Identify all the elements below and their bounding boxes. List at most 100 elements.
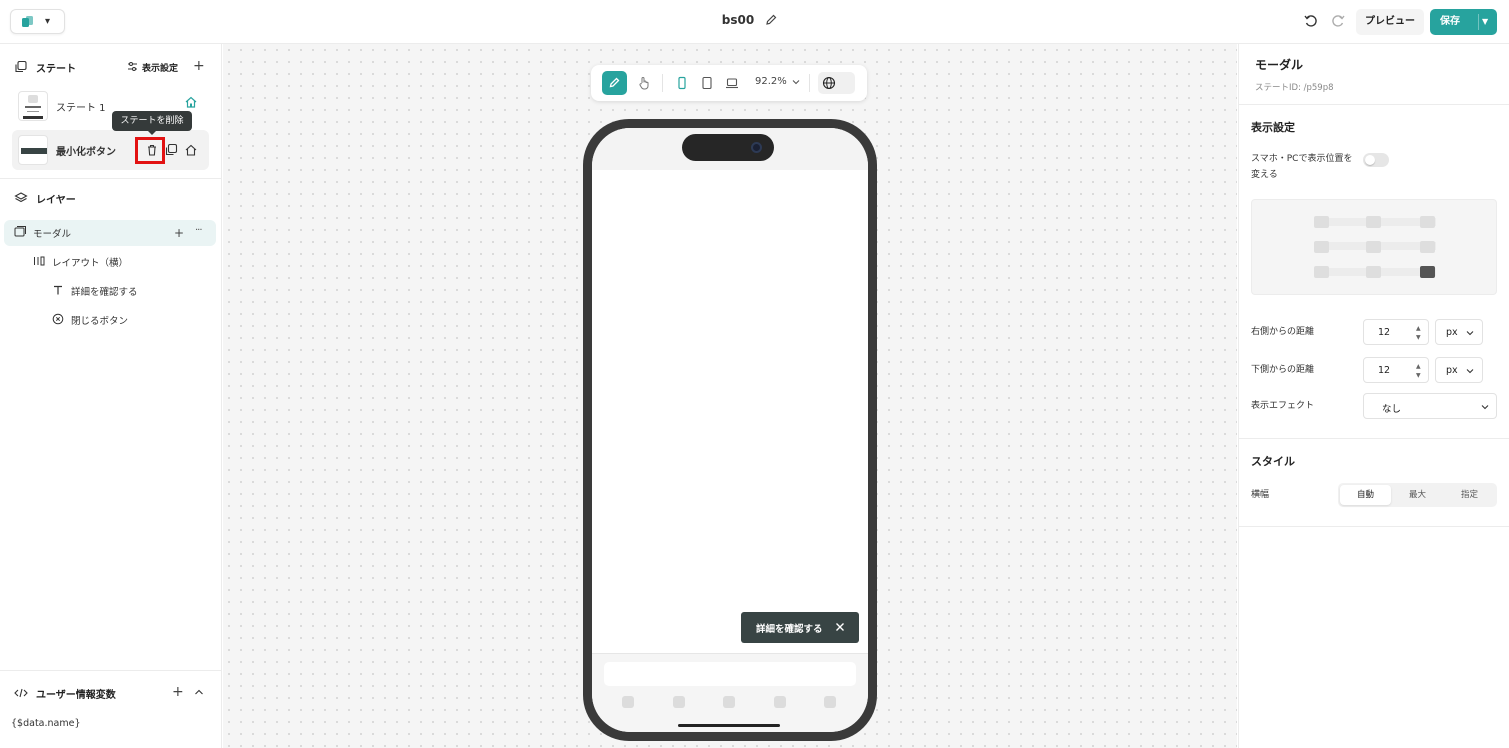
position-middle-center[interactable]	[1366, 241, 1381, 253]
responsive-position-toggle[interactable]	[1363, 153, 1389, 167]
variables-header: ユーザー情報変数	[0, 683, 222, 703]
chevron-down-icon	[1466, 331, 1474, 336]
preview-button[interactable]: プレビュー	[1356, 9, 1424, 35]
chevron-down-icon[interactable]	[791, 77, 801, 87]
state-label: ステート 1	[56, 103, 106, 114]
text-icon	[54, 285, 62, 295]
display-settings-button[interactable]: 表示設定	[127, 61, 187, 75]
zoom-level[interactable]: 92.2%	[755, 76, 787, 87]
position-bottom-right[interactable]	[1420, 266, 1435, 278]
effect-select[interactable]: なし	[1363, 393, 1497, 419]
layers-header: レイヤー	[0, 188, 222, 208]
bottom-distance-unit: px	[1446, 365, 1458, 376]
delete-state-highlight	[135, 137, 165, 164]
width-option-custom[interactable]: 指定	[1444, 485, 1495, 505]
properties-panel: モーダル ステートID: /p59p8 表示設定 スマホ・PCで表示位置を変える…	[1238, 44, 1509, 748]
state-id: ステートID: /p59p8	[1255, 83, 1334, 93]
save-button[interactable]: 保存 ▼	[1430, 9, 1497, 35]
add-layer-button[interactable]: +	[174, 226, 184, 240]
width-option-auto[interactable]: 自動	[1340, 485, 1391, 505]
design-canvas[interactable]: 92.2% 詳細を確認する	[223, 44, 1237, 748]
more-options-icon[interactable]: ···	[195, 225, 202, 236]
state-item-active[interactable]: 最小化ボタン	[12, 130, 209, 170]
state-thumbnail	[18, 91, 48, 121]
add-state-button[interactable]: +	[193, 59, 205, 73]
right-distance-unit-select[interactable]: px	[1435, 319, 1483, 345]
position-picker	[1251, 199, 1497, 295]
browser-nav-icon	[723, 696, 735, 708]
app-menu-button[interactable]: ▾	[10, 9, 65, 34]
close-circle-icon	[52, 313, 64, 325]
stepper-icon[interactable]: ▲ ▼	[1416, 362, 1421, 380]
home-indicator	[678, 724, 780, 727]
divider	[1239, 526, 1509, 527]
bottom-distance-value: 12	[1378, 365, 1391, 376]
edit-mode-button[interactable]	[602, 71, 627, 95]
position-middle-right[interactable]	[1420, 241, 1435, 253]
width-segmented-control: 自動 最大 指定	[1338, 483, 1497, 507]
app-logo-icon	[22, 16, 33, 27]
minimized-modal-button[interactable]: 詳細を確認する	[741, 612, 859, 643]
browser-nav-icon	[824, 696, 836, 708]
tablet-device-icon[interactable]	[700, 76, 714, 90]
right-distance-input[interactable]: 12 ▲ ▼	[1363, 319, 1429, 345]
browser-url-bar	[604, 662, 856, 686]
home-icon[interactable]	[184, 95, 198, 109]
hand-pointer-icon[interactable]	[637, 76, 651, 90]
stepper-icon[interactable]: ▲ ▼	[1416, 324, 1421, 342]
add-variable-button[interactable]: +	[172, 685, 184, 699]
bottom-distance-unit-select[interactable]: px	[1435, 357, 1483, 383]
language-button[interactable]	[818, 72, 855, 94]
chevron-up-icon[interactable]	[194, 687, 204, 697]
responsive-position-label: スマホ・PCで表示位置を変える	[1251, 154, 1353, 180]
layer-item-close-button[interactable]: 閉じるボタン	[4, 307, 216, 333]
top-bar: ▾ bs00 プレビュー 保存 ▼	[0, 0, 1509, 44]
variables-title: ユーザー情報変数	[36, 690, 116, 701]
pencil-icon[interactable]	[764, 13, 778, 27]
copy-icon	[15, 60, 27, 73]
position-top-center[interactable]	[1366, 216, 1381, 228]
variable-item[interactable]: {$data.name}	[11, 718, 81, 729]
width-option-max[interactable]: 最大	[1392, 485, 1443, 505]
layer-item-layout[interactable]: レイアウト（横）	[4, 249, 216, 275]
browser-nav-icon	[673, 696, 685, 708]
right-distance-value: 12	[1378, 327, 1391, 338]
position-bottom-left[interactable]	[1314, 266, 1329, 278]
layer-item-modal[interactable]: モーダル + ···	[4, 220, 216, 246]
position-top-right[interactable]	[1420, 216, 1435, 228]
position-middle-left[interactable]	[1314, 241, 1329, 253]
divider	[1239, 104, 1509, 105]
divider	[1239, 438, 1509, 439]
save-button-divider	[1478, 14, 1479, 30]
layer-label: レイアウト（横）	[52, 258, 129, 269]
layers-title: レイヤー	[36, 195, 76, 206]
position-top-left[interactable]	[1314, 216, 1329, 228]
style-section-title: スタイル	[1251, 455, 1295, 468]
laptop-device-icon[interactable]	[725, 76, 739, 90]
chevron-down-icon	[1466, 369, 1474, 374]
toolbar-divider	[662, 74, 663, 92]
layer-label: モーダル	[33, 229, 72, 240]
undo-icon[interactable]	[1303, 13, 1319, 29]
code-icon	[14, 688, 28, 698]
canvas-toolbar: 92.2%	[591, 65, 867, 101]
state-label: 最小化ボタン	[56, 147, 116, 158]
toggle-knob	[1365, 155, 1375, 165]
layer-label: 詳細を確認する	[71, 287, 138, 298]
redo-icon[interactable]	[1330, 13, 1346, 29]
close-icon[interactable]	[834, 621, 846, 633]
duplicate-icon[interactable]	[164, 143, 178, 157]
home-icon[interactable]	[184, 143, 198, 157]
effect-label: 表示エフェクト	[1251, 401, 1315, 411]
phone-status-bar	[592, 128, 868, 170]
position-bottom-center[interactable]	[1366, 266, 1381, 278]
panel-title: モーダル	[1255, 58, 1304, 72]
bottom-distance-input[interactable]: 12 ▲ ▼	[1363, 357, 1429, 383]
mobile-device-icon[interactable]	[675, 76, 689, 90]
delete-state-tooltip: ステートを削除	[112, 111, 192, 135]
right-distance-unit: px	[1446, 327, 1458, 338]
save-options-dropdown[interactable]: ▼	[1482, 9, 1488, 35]
globe-icon	[822, 76, 836, 90]
left-sidebar: ステート 表示設定 + ステート 1 最小化ボタン ステートを削除 レイヤー モ…	[0, 44, 222, 748]
layer-item-text[interactable]: 詳細を確認する	[4, 278, 216, 304]
